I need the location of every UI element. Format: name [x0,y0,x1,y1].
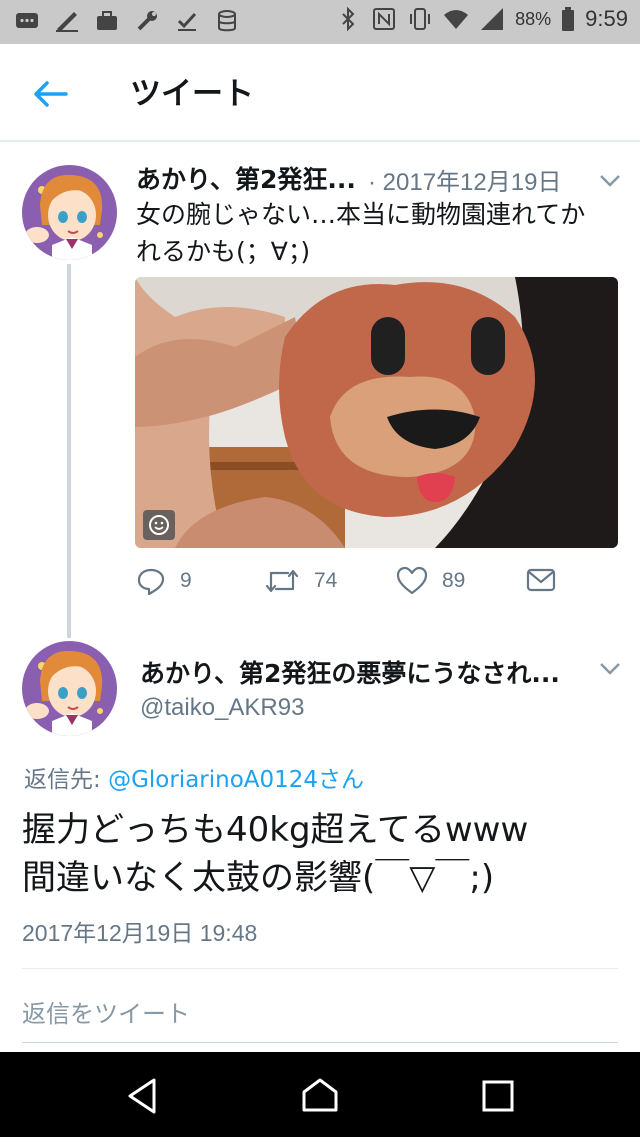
chevron-down-icon[interactable] [598,661,622,677]
nav-home-icon[interactable] [298,1074,342,1118]
wifi-icon [444,10,469,29]
signal-icon [481,8,504,30]
status-right-icons: 88% 9:59 [335,6,628,32]
check-icon [177,12,197,31]
app-bar: ツイート [0,44,640,142]
heart-icon [396,566,428,595]
retweet-icon [265,569,299,593]
back-arrow-icon[interactable] [30,74,70,114]
main-tweet-text-line: 間違いなく太鼓の影響(￣▽￣;) [22,858,495,898]
main-tweet-handle[interactable]: @taiko_AKR93 [140,694,304,722]
parent-tweet-date: · 2017年12月19日 [368,169,562,196]
tweet-photo[interactable] [135,277,618,548]
clock: 9:59 [585,6,628,31]
main-tweet-text: 握力どっちも40kg超えてるwww 間違いなく太鼓の影響(￣▽￣;) [22,806,622,902]
nav-recents-icon[interactable] [476,1074,520,1118]
main-tweet-timestamp: 2017年12月19日 19:48 [22,920,258,946]
like-action[interactable]: 89 [396,566,465,596]
reply-action[interactable]: 9 [136,566,192,596]
smiley-sticker-icon[interactable] [147,513,171,537]
parent-tweet-text-line: れるかも(；∀；) [136,237,311,266]
direct-message-action[interactable] [526,566,556,594]
parent-tweet-text-line: 女の腕じゃない…本当に動物園連れてか [136,200,586,229]
avatar[interactable] [22,641,117,736]
reply-to-prefix: 返信先: [24,767,109,793]
retweet-count: 74 [314,569,338,592]
avatar[interactable] [22,165,117,260]
status-bar: 88% 9:59 [0,0,640,44]
tweet-actions: 9 74 89 [136,566,616,606]
battery-icon [562,7,575,31]
messages-icon [16,13,38,28]
reply-input-underline [22,1042,618,1043]
edit-icon [56,12,78,32]
reply-count: 9 [180,569,192,592]
database-icon [218,10,236,32]
page-title: ツイート [130,76,254,112]
battery-level: 88% [515,8,552,29]
briefcase-icon [97,11,117,30]
reply-icon [137,568,165,596]
wrench-icon [137,11,157,31]
system-nav-bar [0,1052,640,1137]
vibrate-icon [410,8,431,30]
reply-to-line: 返信先: @GloriarinoA0124さん [24,760,364,794]
status-left-icons [14,8,240,34]
bluetooth-icon [342,6,355,32]
envelope-icon [526,568,556,592]
thread-connector [67,264,71,638]
like-count: 89 [442,569,466,592]
nav-back-icon[interactable] [120,1074,164,1118]
reply-mention-link[interactable]: @GloriarinoA0124さん [108,767,364,793]
retweet-action[interactable]: 74 [264,566,337,596]
main-tweet-author[interactable]: あかり、第2発狂の悪夢にうなされ... [140,654,560,690]
reply-input[interactable]: 返信をツイート [22,994,190,1029]
parent-tweet-author[interactable]: あかり、第2発狂... [136,160,356,196]
nfc-icon [373,8,396,30]
divider [22,968,618,969]
chevron-down-icon[interactable] [598,173,622,189]
parent-tweet-text[interactable]: 女の腕じゃない…本当に動物園連れてか れるかも(；∀；) [136,196,616,270]
main-tweet-text-line: 握力どっちも40kg超えてるwww [22,810,529,850]
